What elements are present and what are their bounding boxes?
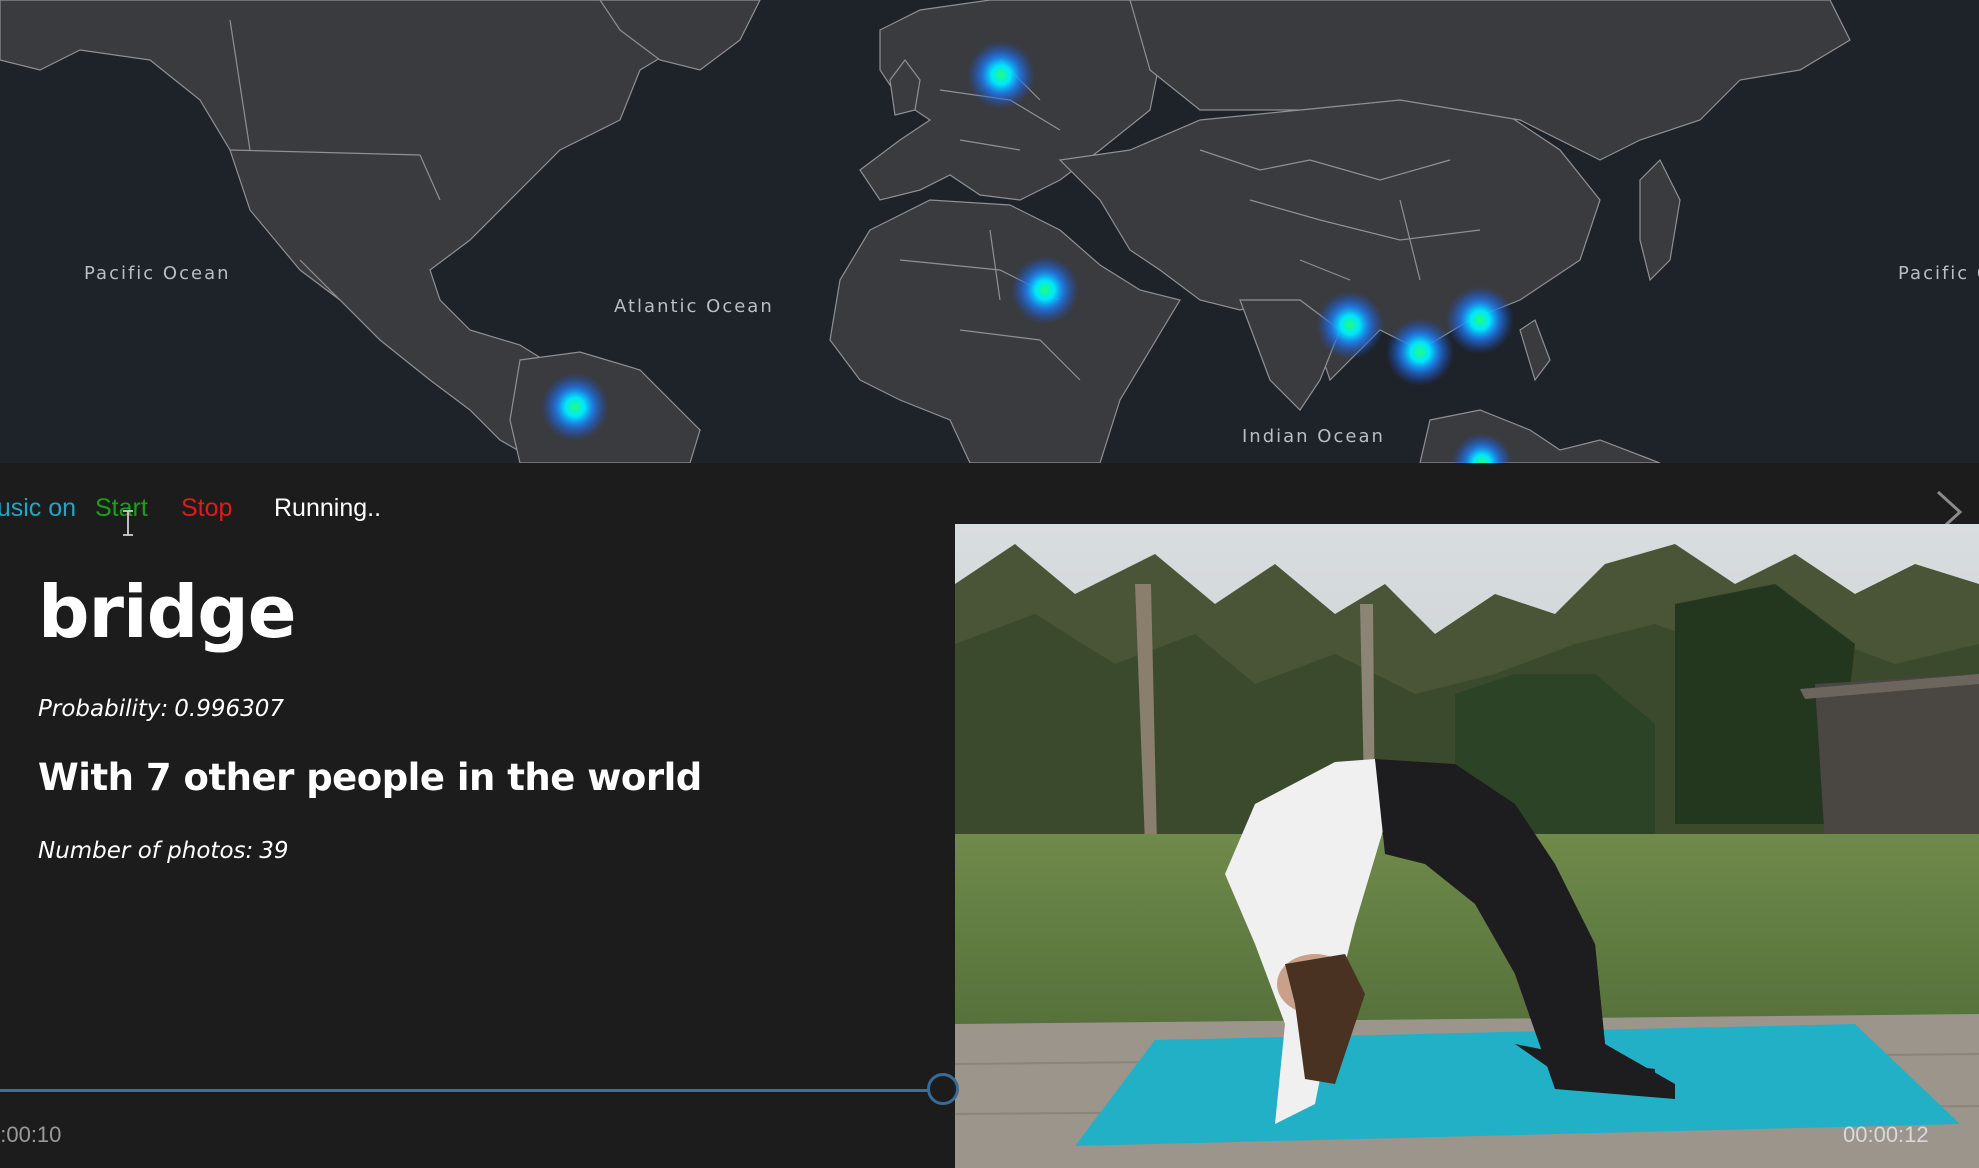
- current-time: 0:00:10: [0, 1122, 62, 1147]
- hotspot-egypt: [1011, 256, 1079, 324]
- probability-label: Probability:: [38, 696, 169, 722]
- timeline-thumb[interactable]: [927, 1073, 959, 1105]
- pose-name: bridge: [38, 570, 297, 654]
- hotspot-southern-china: [1446, 286, 1514, 354]
- philippines: [1519, 319, 1551, 382]
- text-cursor-icon: [123, 510, 133, 536]
- ocean-label: Indian Ocean: [1242, 426, 1385, 447]
- photo-count-label: Number of photos:: [38, 838, 254, 864]
- hotspot-colombia: [541, 373, 609, 441]
- music-toggle[interactable]: Music on: [0, 494, 76, 523]
- hotspot-thailand: [1386, 318, 1454, 386]
- map-canvas: [0, 0, 1851, 463]
- people-count-text: With 7 other people in the world: [38, 756, 702, 799]
- ocean-label: Pacific Ocean: [84, 263, 231, 284]
- hotspot-northern-europe: [967, 41, 1035, 109]
- photo-count-value: 39: [259, 838, 289, 864]
- japan: [1639, 158, 1681, 282]
- probability-value: 0.996307: [174, 696, 284, 722]
- photo-count: Number of photos: 39: [38, 838, 289, 864]
- ocean-label: Pacific O: [1898, 263, 1979, 284]
- ocean-label: Atlantic Ocean: [614, 296, 774, 317]
- video-image: [955, 524, 1979, 1168]
- hotspot-india: [1316, 291, 1384, 359]
- probability: Probability: 0.996307: [38, 696, 284, 722]
- world-map[interactable]: Pacific Ocean Atlantic Ocean Indian Ocea…: [0, 0, 1979, 463]
- status-text: Running..: [274, 494, 382, 522]
- timeline-track[interactable]: [0, 1089, 944, 1092]
- video-frame[interactable]: [955, 524, 1979, 1168]
- stop-button[interactable]: Stop: [181, 494, 232, 523]
- video-time: 00:00:12: [1843, 1122, 1929, 1147]
